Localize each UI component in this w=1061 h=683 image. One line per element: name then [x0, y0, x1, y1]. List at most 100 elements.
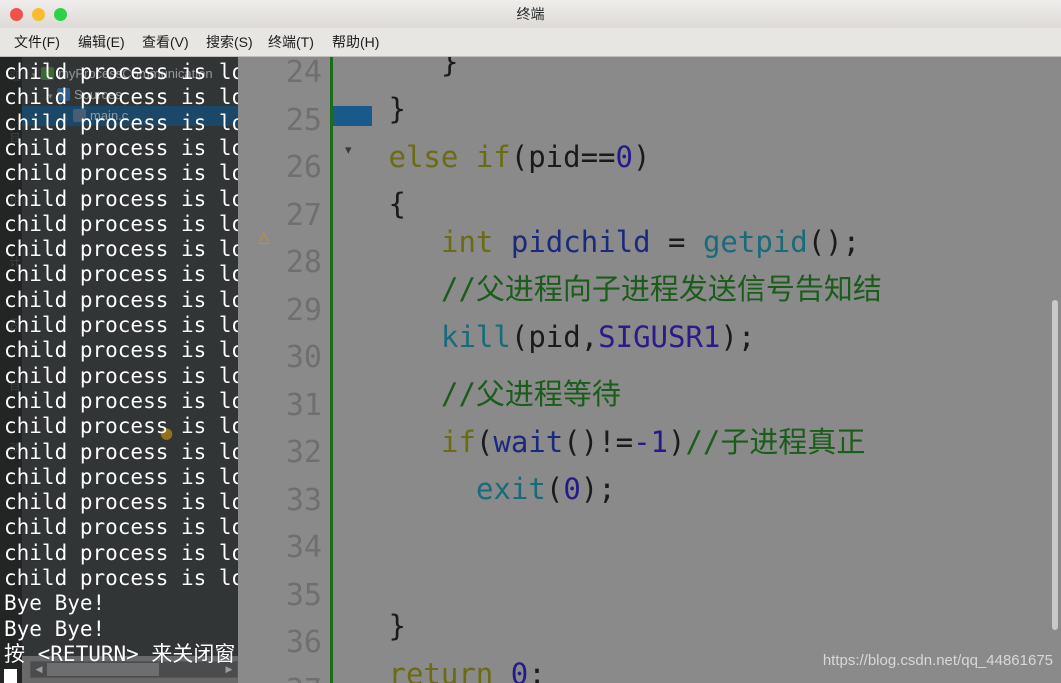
code-token-const: SIGUSR1 — [598, 320, 721, 354]
terminal-line-13: child process is looped! — [4, 388, 238, 413]
terminal-line-2: child process is looped! — [4, 110, 238, 135]
watermark-text: https://blog.csdn.net/qq_44861675 — [822, 652, 1053, 669]
terminal-window-chrome: 终端 文件(F) 编辑(E) 查看(V) 搜索(S) 终端(T) 帮助(H) — [0, 0, 1061, 57]
terminal-line-15: child process is looped! — [4, 439, 238, 464]
code-token-cmt: //父进程等待 — [441, 377, 621, 411]
menu-item-0[interactable]: 文件(F) — [8, 28, 66, 56]
code-token-punct: ( — [545, 472, 564, 506]
code-token-punct: (); — [807, 225, 861, 259]
line-number: 30 — [285, 340, 322, 375]
code-line-11[interactable]: return 0; — [336, 660, 546, 683]
code-line-5[interactable]: //父进程向子进程发送信号告知结 — [336, 275, 882, 304]
code-line-2[interactable]: else if(pid==0) — [336, 140, 651, 174]
code-token-num: 0 — [615, 140, 633, 174]
code-token-cmt: //父进程向子进程发送信号告知结 — [441, 272, 882, 306]
editor-vertical-scrollbar[interactable] — [1052, 300, 1058, 630]
window-title: 终端 — [516, 6, 545, 22]
code-editor[interactable]: }} else if(pid==0){int pidchild = getpid(… — [336, 56, 1061, 683]
code-token-fn: exit — [476, 472, 546, 506]
menu-item-3[interactable]: 搜索(S) — [200, 28, 259, 56]
code-line-3[interactable]: { — [336, 190, 406, 219]
terminal-line-10: child process is looped! — [4, 313, 238, 337]
line-number: 26 — [285, 150, 322, 185]
code-token-var: pidchild — [510, 225, 651, 260]
terminal-line-14: child process is looped! — [4, 414, 238, 439]
code-token-punct: ; — [528, 657, 546, 683]
code-token-plain: pid — [528, 140, 581, 174]
code-token-fn: getpid — [702, 225, 808, 259]
terminal-line-0: child process is looped! — [4, 60, 238, 84]
code-token-num: -1 — [633, 425, 668, 459]
code-line-4[interactable]: int pidchild = getpid(); — [336, 225, 861, 260]
code-token-key: int — [441, 225, 494, 259]
code-token-punct: ) — [632, 140, 651, 174]
code-token-punct: } — [388, 609, 406, 643]
code-token-num: 0 — [563, 472, 581, 506]
menu-item-1[interactable]: 编辑(E) — [72, 28, 131, 56]
code-token-key: else — [388, 140, 459, 174]
code-token-punct — [493, 657, 510, 683]
menu-item-5[interactable]: 帮助(H) — [326, 28, 385, 56]
code-line-9[interactable]: exit(0); — [336, 475, 616, 504]
code-token-punct: ); — [580, 472, 616, 506]
line-number: 29 — [285, 292, 322, 328]
code-token-cmt: //子进程真正 — [685, 425, 866, 459]
terminal-line-6: child process is looped! — [4, 211, 238, 236]
code-token-key: if — [475, 140, 511, 174]
code-token-punct: } — [441, 56, 459, 79]
terminal-line-19: child process is looped! — [4, 540, 238, 565]
line-number: 35 — [285, 577, 322, 613]
terminal-line-23: 按 <RETURN> 来关闭窗口... — [4, 641, 238, 666]
code-line-7[interactable]: //父进程等待 — [336, 380, 621, 409]
terminal-line-3: child process is looped! — [4, 135, 238, 160]
line-number: 24 — [285, 55, 322, 90]
terminal-line-22: Bye Bye! — [4, 616, 106, 641]
terminal-line-16: child process is looped! — [4, 464, 238, 489]
terminal-output-area[interactable]: child process is looped!child process is… — [0, 56, 238, 683]
terminal-line-18: child process is looped! — [4, 515, 238, 540]
line-number: 34 — [285, 530, 322, 565]
terminal-line-4: child process is looped! — [4, 161, 238, 186]
code-line-6[interactable]: kill(pid,SIGUSR1); — [336, 323, 755, 352]
terminal-menubar[interactable]: 文件(F) 编辑(E) 查看(V) 搜索(S) 终端(T) 帮助(H) — [0, 28, 1061, 57]
code-token-num: 0 — [510, 657, 529, 683]
code-token-punct: ( — [510, 140, 529, 174]
code-token-var: wait — [493, 425, 564, 460]
code-token-punct: { — [388, 187, 406, 221]
code-token-key: return — [388, 657, 494, 683]
line-number: 28 — [285, 245, 322, 280]
warning-triangle-icon: △ — [258, 228, 270, 246]
terminal-cursor — [4, 669, 17, 683]
terminal-line-20: child process is looped! — [4, 566, 238, 590]
code-line-10[interactable]: } — [336, 612, 406, 641]
line-number: 31 — [285, 387, 322, 423]
screen-root: 迎目组计ug目动 ▾myProcessCommunication▾Sources… — [0, 0, 1061, 683]
code-token-punct: ( — [510, 320, 529, 354]
line-number: 25 — [285, 102, 322, 138]
code-token-punct — [493, 225, 510, 259]
terminal-line-5: child process is looped! — [4, 186, 238, 211]
menu-item-4[interactable]: 终端(T) — [262, 28, 320, 56]
code-token-punct: == — [580, 140, 616, 174]
terminal-line-9: child process is looped! — [4, 287, 238, 312]
terminal-line-1: child process is looped! — [4, 85, 238, 110]
code-token-punct — [458, 140, 475, 174]
editor-line-number-gutter: 24 25 26 27 28 29 30 31 32 33 34 35 36 37 — [238, 56, 330, 683]
code-token-plain: pid — [528, 320, 581, 354]
code-line-0[interactable]: } — [336, 56, 458, 77]
terminal-titlebar[interactable]: 终端 — [0, 0, 1061, 29]
line-number: 27 — [285, 197, 322, 233]
code-token-punct: } — [388, 92, 406, 126]
code-token-punct: = — [650, 225, 703, 259]
code-token-key: if — [441, 425, 476, 459]
code-line-8[interactable]: if(wait()!=-1)//子进程真正 — [336, 425, 866, 460]
code-line-1[interactable]: } — [336, 95, 406, 124]
line-number: 33 — [285, 482, 322, 518]
menu-item-2[interactable]: 查看(V) — [136, 28, 195, 56]
code-token-punct: ); — [720, 320, 756, 354]
terminal-line-17: child process is looped! — [4, 490, 238, 515]
editor-vcs-change-bar — [330, 56, 333, 683]
line-number: 36 — [285, 625, 322, 660]
code-token-punct: ) — [668, 425, 686, 459]
code-token-punct: , — [580, 320, 599, 354]
